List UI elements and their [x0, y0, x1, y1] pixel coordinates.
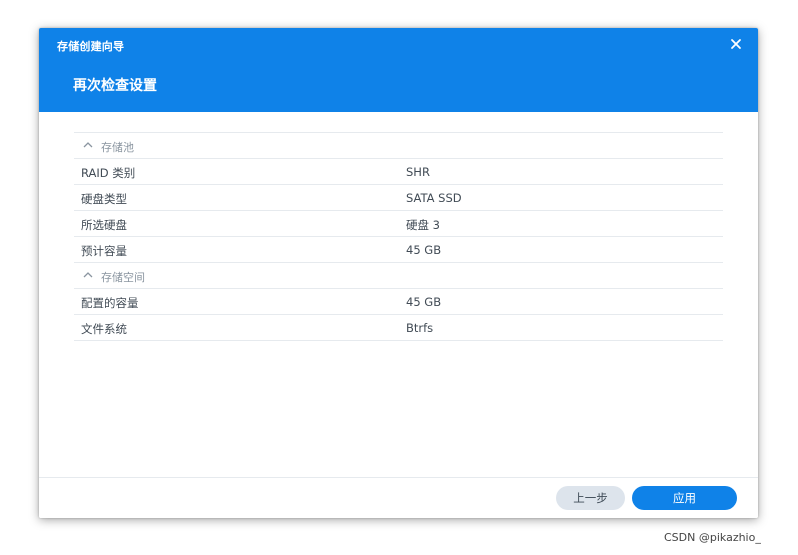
row-value: Btrfs [406, 321, 434, 335]
row-label: 所选硬盘 [81, 218, 127, 232]
row-value: 45 GB [406, 295, 442, 309]
step-title: 再次检查设置 [73, 78, 157, 94]
section-label: 存储池 [101, 141, 134, 154]
table-row: 所选硬盘 硬盘 3 [74, 210, 723, 236]
section-label: 存储空间 [101, 271, 145, 284]
close-icon [731, 39, 741, 49]
table-row: 硬盘类型 SATA SSD [74, 184, 723, 210]
chevron-up-icon [83, 142, 93, 148]
watermark: CSDN @pikazhio_ [664, 531, 761, 544]
row-value: 硬盘 3 [406, 218, 440, 232]
row-label: RAID 类别 [81, 166, 136, 180]
row-value: SATA SSD [406, 191, 462, 205]
row-value: 45 GB [406, 243, 442, 257]
table-row: RAID 类别 SHR [74, 158, 723, 184]
row-label: 文件系统 [81, 322, 127, 336]
table-row: 预计容量 45 GB [74, 236, 723, 262]
row-label: 硬盘类型 [81, 192, 127, 206]
chevron-up-icon [83, 272, 93, 278]
review-settings-list: 存储池 RAID 类别 SHR 硬盘类型 SATA SSD 所选硬盘 硬盘 3 … [74, 132, 723, 341]
apply-button[interactable]: 应用 [632, 486, 737, 510]
row-label: 配置的容量 [81, 296, 139, 310]
page: 存储创建向导 再次检查设置 存储池 RAID 类别 SHR 硬盘类型 SATA … [0, 0, 798, 555]
section-storage-volume-header[interactable]: 存储空间 [74, 262, 723, 288]
table-row: 配置的容量 45 GB [74, 288, 723, 314]
section-storage-pool-header[interactable]: 存储池 [74, 132, 723, 158]
dialog-footer: 上一步 应用 [39, 477, 758, 518]
back-button[interactable]: 上一步 [556, 486, 625, 510]
row-label: 预计容量 [81, 244, 127, 258]
window-title: 存储创建向导 [57, 40, 125, 53]
storage-wizard-dialog: 存储创建向导 再次检查设置 存储池 RAID 类别 SHR 硬盘类型 SATA … [39, 28, 758, 518]
dialog-header: 存储创建向导 再次检查设置 [39, 28, 758, 112]
table-row: 文件系统 Btrfs [74, 314, 723, 341]
row-value: SHR [406, 165, 430, 179]
close-button[interactable] [728, 36, 744, 52]
